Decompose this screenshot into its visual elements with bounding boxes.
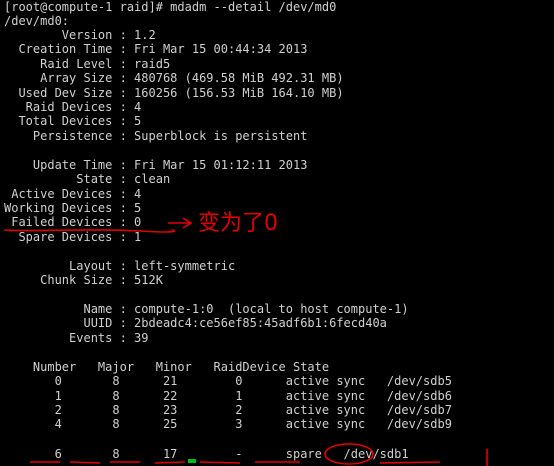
annotation-text: 变为了0 bbox=[198, 211, 278, 236]
failed-devices-underline bbox=[3, 229, 176, 233]
bottom-underline bbox=[30, 461, 441, 464]
spare-circle bbox=[324, 443, 374, 465]
terminal-window[interactable]: [root@compute-1 raid]# mdadm --detail /d… bbox=[0, 0, 554, 466]
arrow-icon bbox=[168, 217, 193, 229]
terminal-cursor bbox=[188, 459, 196, 463]
